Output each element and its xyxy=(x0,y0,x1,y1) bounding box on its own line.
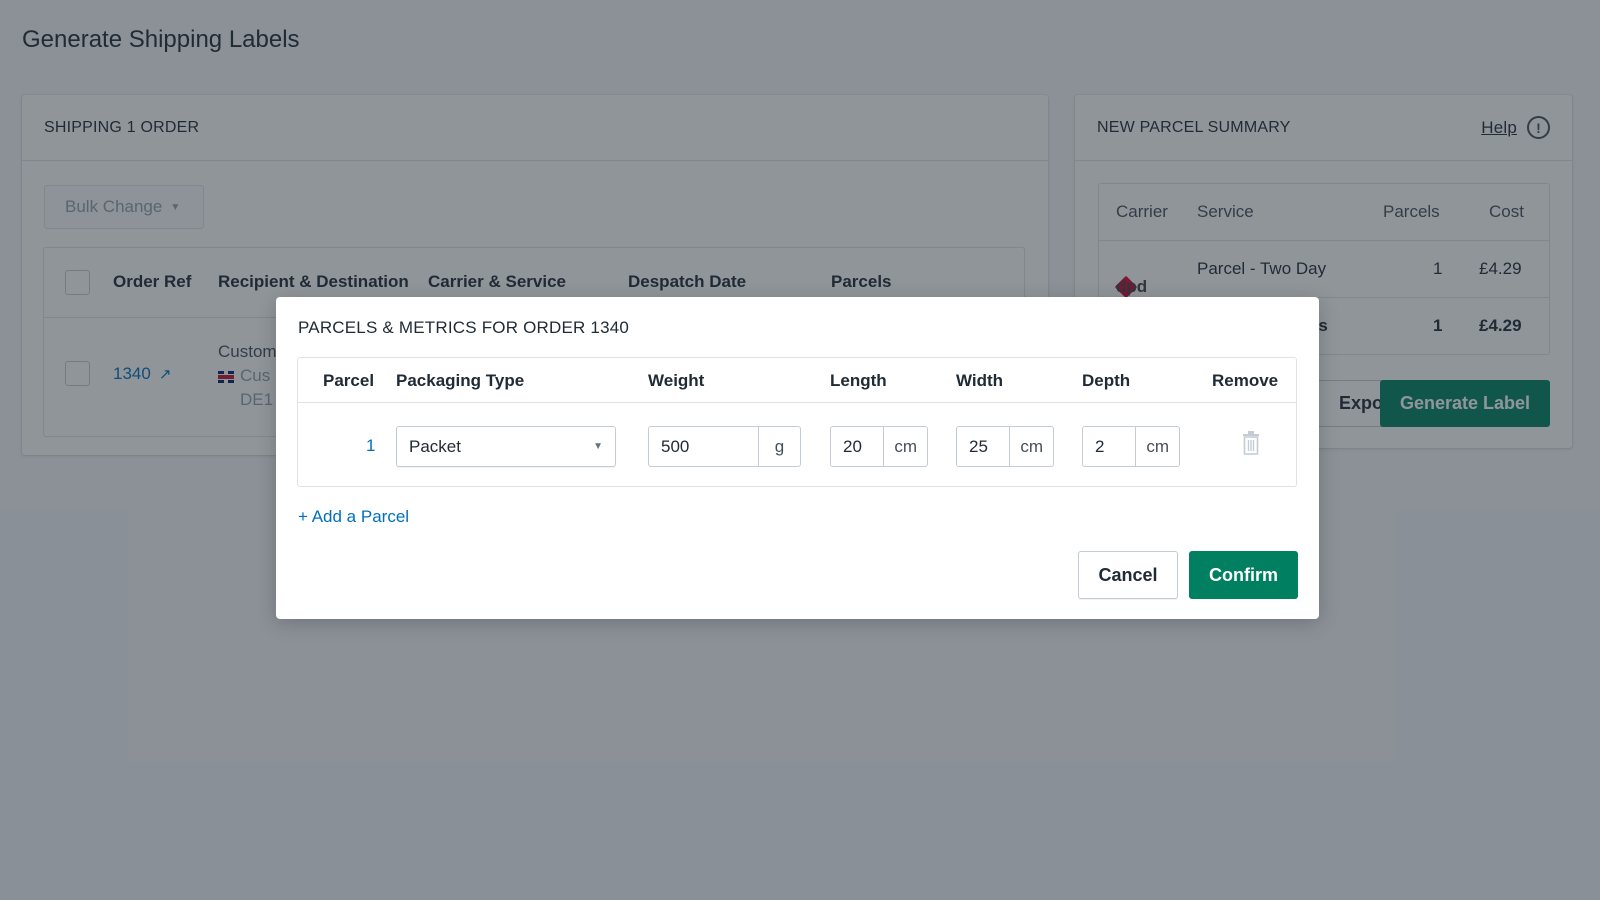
parcel-number: 1 xyxy=(366,436,376,455)
trash-icon[interactable] xyxy=(1242,431,1260,455)
column-header: Depth xyxy=(1082,371,1131,390)
add-parcel-link[interactable]: + Add a Parcel xyxy=(298,507,409,527)
length-input[interactable]: 20 xyxy=(831,427,883,466)
depth-unit: cm xyxy=(1135,427,1179,466)
depth-input[interactable]: 2 xyxy=(1083,427,1135,466)
packaging-type-value: Packet xyxy=(409,436,461,456)
cancel-button[interactable]: Cancel xyxy=(1078,551,1178,599)
column-header: Parcel xyxy=(323,371,375,390)
parcels-metrics-modal: PARCELS & METRICS FOR ORDER 1340 Parcel … xyxy=(276,297,1319,619)
width-unit: cm xyxy=(1009,427,1053,466)
column-header: Weight xyxy=(648,371,705,390)
parcel-table-header: Parcel Packaging Type Weight Length Widt… xyxy=(298,358,1296,403)
width-field[interactable]: 25 cm xyxy=(956,426,1054,467)
weight-field[interactable]: 500 g xyxy=(648,426,801,467)
confirm-button[interactable]: Confirm xyxy=(1189,551,1298,599)
column-header: Remove xyxy=(1212,371,1279,390)
weight-unit: g xyxy=(758,427,800,466)
length-field[interactable]: 20 cm xyxy=(830,426,928,467)
width-input[interactable]: 25 xyxy=(957,427,1009,466)
chevron-down-icon: ▼ xyxy=(593,441,603,452)
parcel-row: 1 Packet ▼ 500 g 20 cm 25 cm 2 cm xyxy=(298,403,1296,488)
column-header: Length xyxy=(830,371,887,390)
depth-field[interactable]: 2 cm xyxy=(1082,426,1180,467)
weight-input[interactable]: 500 xyxy=(649,427,758,466)
modal-title: PARCELS & METRICS FOR ORDER 1340 xyxy=(298,318,630,337)
column-header: Packaging Type xyxy=(396,371,525,390)
length-unit: cm xyxy=(883,427,927,466)
parcel-table: Parcel Packaging Type Weight Length Widt… xyxy=(297,357,1297,487)
column-header: Width xyxy=(956,371,1004,390)
packaging-type-select[interactable]: Packet ▼ xyxy=(396,426,616,467)
